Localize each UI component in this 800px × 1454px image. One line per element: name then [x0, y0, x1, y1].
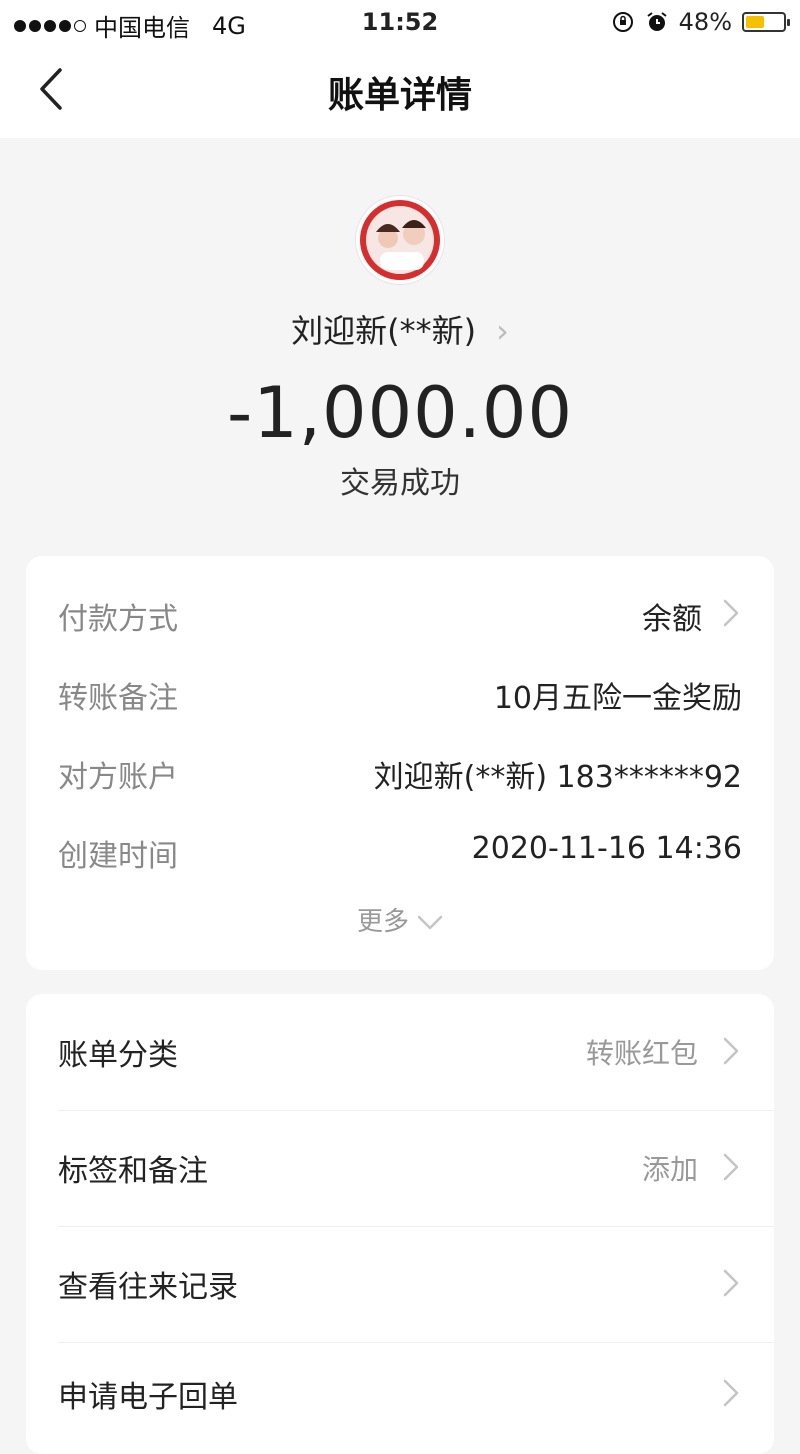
detail-value: 刘迎新(**新) 183******92 — [373, 760, 742, 795]
status-icons: 48% — [611, 8, 790, 36]
detail-value: 余额 — [642, 602, 702, 637]
detail-label: 付款方式 — [58, 602, 178, 637]
chevron-right-icon — [723, 599, 739, 627]
chevron-right-icon — [723, 1037, 739, 1065]
battery-icon — [742, 12, 790, 32]
chevron-right-icon: › — [496, 312, 509, 350]
detail-label: 创建时间 — [58, 839, 178, 874]
menu-label: 标签和备注 — [58, 1154, 208, 1189]
page-title: 账单详情 — [327, 75, 472, 116]
detail-label: 转账备注 — [58, 681, 178, 716]
menu-item-e-receipt[interactable]: 申请电子回单 — [58, 1336, 774, 1452]
detail-row-created-time: 创建时间 2020-11-16 14:36 — [58, 823, 742, 874]
menu-label: 账单分类 — [58, 1038, 178, 1073]
transaction-amount: -1,000.00 — [227, 372, 573, 454]
menu-label: 查看往来记录 — [58, 1270, 238, 1305]
payee-name: 刘迎新(**新) — [291, 312, 477, 350]
transaction-details-card: 付款方式 余额 转账备注 10月五险一金奖励 对方账户 刘迎新(**新) 183… — [26, 556, 774, 970]
detail-value: 2020-11-16 14:36 — [471, 831, 742, 866]
nav-bar: 账单详情 — [0, 44, 800, 138]
transaction-status: 交易成功 — [340, 466, 460, 501]
actions-card: 账单分类 转账红包 标签和备注 添加 查看往来记录 申请电子回单 — [26, 994, 774, 1454]
more-label: 更多 — [356, 907, 409, 937]
detail-row-payment-method[interactable]: 付款方式 余额 — [58, 586, 742, 637]
detail-value: 10月五险一金奖励 — [493, 681, 742, 716]
menu-item-history[interactable]: 查看往来记录 — [58, 1226, 774, 1343]
more-button[interactable]: 更多 — [26, 901, 774, 938]
menu-item-bill-category[interactable]: 账单分类 转账红包 — [58, 994, 774, 1111]
detail-label: 对方账户 — [58, 760, 178, 795]
chevron-down-icon — [417, 915, 443, 929]
menu-label: 申请电子回单 — [58, 1380, 238, 1415]
battery-percent: 48% — [678, 8, 732, 36]
rotation-lock-icon — [612, 12, 633, 32]
status-bar: 中国电信 4G 11:52 48% — [0, 0, 800, 44]
chevron-right-icon — [723, 1153, 739, 1181]
chevron-right-icon — [723, 1269, 739, 1297]
detail-row-transfer-note: 转账备注 10月五险一金奖励 — [58, 665, 742, 716]
payee-name-link[interactable]: 刘迎新(**新) › — [0, 306, 800, 352]
menu-item-tags-notes[interactable]: 标签和备注 添加 — [58, 1110, 774, 1227]
alarm-icon — [647, 12, 667, 31]
menu-value: 转账红包 — [585, 1037, 698, 1070]
detail-row-counterparty: 对方账户 刘迎新(**新) 183******92 — [58, 744, 742, 795]
avatar[interactable] — [356, 196, 444, 284]
chevron-right-icon — [723, 1379, 739, 1407]
menu-value: 添加 — [641, 1153, 698, 1186]
